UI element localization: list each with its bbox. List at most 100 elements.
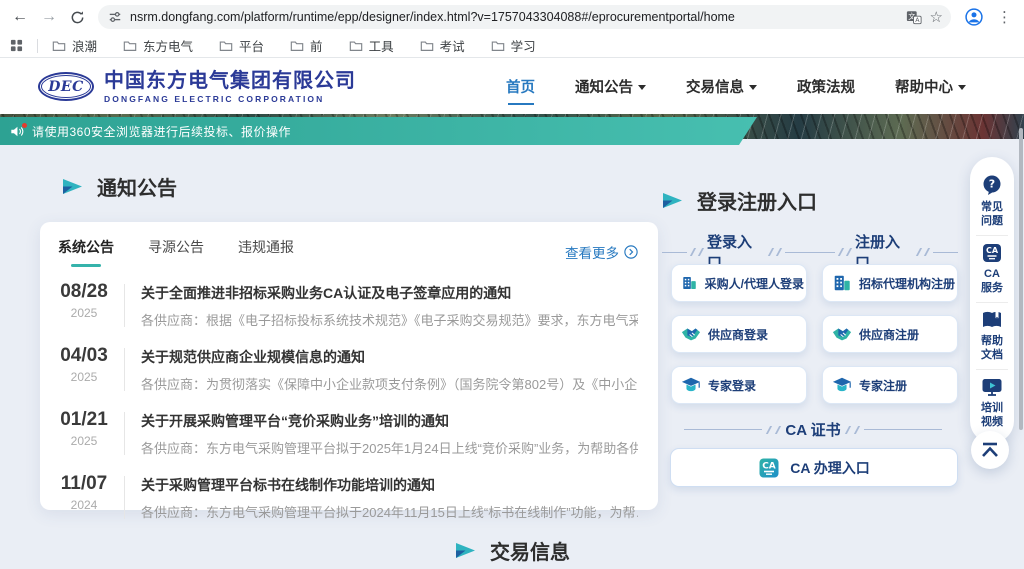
notice-year: 2025 (52, 306, 116, 320)
nav-policies[interactable]: 政策法规 (797, 70, 855, 103)
notice-desc: 各供应商：根据《电子招标投标系统技术规范》《电子采购交易规范》要求，东方电气采购… (141, 310, 638, 329)
bookmark-folder[interactable]: 考试 (420, 36, 465, 55)
video-player-icon (981, 377, 1003, 397)
svg-text:?: ? (989, 178, 995, 191)
bookmark-folder[interactable]: 东方电气 (123, 36, 193, 55)
chevron-down-icon (958, 85, 966, 90)
purchaser-agent-login-button[interactable]: 采购人/代理人登录 (671, 264, 807, 302)
url-text[interactable]: nsrm.dongfang.com/platform/runtime/epp/d… (130, 10, 898, 24)
expert-login-button[interactable]: 专家登录 (671, 366, 807, 404)
back-icon[interactable]: ← (12, 9, 28, 25)
notice-row[interactable]: 01/21 2025 关于开展采购管理平台“竞价采购业务”培训的通知 各供应商：… (52, 401, 638, 465)
tab-system-notices[interactable]: 系统公告 (58, 237, 114, 267)
chevron-down-icon (638, 85, 646, 90)
graduation-cap-icon (832, 375, 852, 395)
supplier-register-button[interactable]: 供应商注册 (822, 315, 958, 353)
sidebar-item-help-docs[interactable]: 帮助文档 (976, 302, 1008, 369)
bookmarks-separator (37, 39, 38, 53)
bookmark-folder[interactable]: 前 (290, 36, 323, 55)
building-icon (681, 273, 698, 293)
notice-title[interactable]: 关于全面推进非招标采购业务CA认证及电子签章应用的通知 (141, 283, 638, 303)
svg-text:A: A (915, 17, 920, 24)
notice-title[interactable]: 关于开展采购管理平台“竞价采购业务”培训的通知 (141, 411, 638, 431)
notice-tabs: 系统公告 寻源公告 违规通报 查看更多 (40, 222, 658, 267)
site-header: DEC 中国东方电气集团有限公司 DONGFANG ELECTRIC CORPO… (0, 58, 1024, 115)
circle-chevron-right-icon (624, 245, 638, 259)
ca-group-head: CA 证书 (666, 419, 960, 440)
company-logo[interactable]: DEC 中国东方电气集团有限公司 DONGFANG ELECTRIC CORPO… (38, 70, 356, 104)
handshake-icon (681, 324, 701, 344)
tune-icon[interactable] (108, 10, 122, 24)
url-bar[interactable]: nsrm.dongfang.com/platform/runtime/epp/d… (98, 5, 951, 29)
folder-icon (290, 40, 304, 52)
login-section-heading: 登录注册入口 (662, 186, 817, 215)
notice-desc: 各供应商：东方电气采购管理平台拟于2024年11月15日上线“标书在线制作”功能… (141, 502, 638, 521)
bidding-agency-register-button[interactable]: 招标代理机构注册 (822, 264, 958, 302)
notice-date: 04/03 (52, 346, 116, 367)
book-icon (981, 310, 1003, 330)
ca-badge-icon: CA (758, 457, 780, 479)
tab-sourcing-notices[interactable]: 寻源公告 (148, 237, 204, 267)
login-register-buttons: 采购人/代理人登录 招标代理机构注册 供应商登录 供应商注册 专家登录 专家注册 (671, 264, 958, 404)
bookmark-star-icon[interactable]: ☆ (930, 8, 943, 26)
chevron-up-to-top-icon (980, 441, 1000, 459)
notice-desc: 各供应商：为贯彻落实《保障中小企业款项支付条例》（国务院令第802号）及《中小企… (141, 374, 638, 393)
folder-icon (219, 40, 233, 52)
translate-icon[interactable]: 文A (906, 10, 922, 25)
speaker-icon (10, 125, 24, 138)
view-more-link[interactable]: 查看更多 (565, 242, 638, 262)
alert-dot (22, 123, 27, 128)
notice-year: 2025 (52, 434, 116, 448)
notices-section-heading: 通知公告 (62, 172, 177, 201)
profile-avatar-icon[interactable] (964, 7, 984, 27)
forward-icon[interactable]: → (41, 9, 57, 25)
notice-desc: 各供应商：东方电气采购管理平台拟于2025年1月24日上线“竞价采购”业务，为帮… (141, 438, 638, 457)
arrow-icon (62, 178, 83, 195)
question-bubble-icon: ? (981, 174, 1003, 196)
refresh-icon[interactable] (70, 10, 85, 25)
notice-year: 2024 (52, 498, 116, 512)
floating-sidebar: ? 常见问题 CA CA服务 帮助文档 培训视频 (970, 157, 1014, 443)
arrow-icon (662, 192, 683, 209)
nav-trade-info[interactable]: 交易信息 (686, 70, 757, 103)
nav-notices[interactable]: 通知公告 (575, 70, 646, 103)
company-name-en: DONGFANG ELECTRIC CORPORATION (104, 94, 356, 104)
notice-title[interactable]: 关于采购管理平台标书在线制作功能培训的通知 (141, 475, 638, 495)
scroll-to-top-button[interactable] (971, 431, 1009, 469)
dec-logo-oval: DEC (38, 72, 94, 101)
folder-icon (52, 40, 66, 52)
expert-register-button[interactable]: 专家注册 (822, 366, 958, 404)
bookmark-folder[interactable]: 工具 (349, 36, 394, 55)
supplier-login-button[interactable]: 供应商登录 (671, 315, 807, 353)
scrollbar-thumb[interactable] (1019, 128, 1023, 430)
apps-grid-icon[interactable] (10, 39, 23, 52)
folder-icon (420, 40, 434, 52)
bookmark-folder[interactable]: 平台 (219, 36, 264, 55)
folder-icon (491, 40, 505, 52)
tab-violation-reports[interactable]: 违规通报 (238, 237, 294, 267)
nav-help-center[interactable]: 帮助中心 (895, 70, 966, 103)
notice-date: 11/07 (52, 474, 116, 495)
arrow-icon (455, 542, 476, 559)
chevron-down-icon (749, 85, 757, 90)
bookmark-folder[interactable]: 学习 (491, 36, 536, 55)
sidebar-item-training-videos[interactable]: 培训视频 (976, 369, 1008, 436)
notices-card: 系统公告 寻源公告 违规通报 查看更多 08/28 2025 关于全面推进非招标… (40, 222, 658, 510)
page-root: ← → nsrm.dongfang.com/platform/runtime/e… (0, 0, 1024, 569)
ca-badge-icon: CA (981, 243, 1003, 263)
notice-row[interactable]: 11/07 2024 关于采购管理平台标书在线制作功能培训的通知 各供应商：东方… (52, 465, 638, 529)
folder-icon (349, 40, 363, 52)
trade-section-heading: 交易信息 (455, 536, 570, 565)
sidebar-item-faq[interactable]: ? 常见问题 (976, 167, 1008, 235)
notice-row[interactable]: 08/28 2025 关于全面推进非招标采购业务CA认证及电子签章应用的通知 各… (52, 273, 638, 337)
ca-apply-button[interactable]: CA CA 办理入口 (670, 448, 958, 487)
notice-row[interactable]: 04/03 2025 关于规范供应商企业规模信息的通知 各供应商：为贯彻落实《保… (52, 337, 638, 401)
nav-home[interactable]: 首页 (506, 70, 535, 103)
browser-menu-icon[interactable]: ⋮ (997, 8, 1012, 26)
sidebar-item-ca-service[interactable]: CA CA服务 (976, 235, 1008, 302)
warning-text: 请使用360安全浏览器进行后续投标、报价操作 (32, 123, 291, 140)
main-nav: 首页 通知公告 交易信息 政策法规 帮助中心 (506, 70, 966, 103)
notice-title[interactable]: 关于规范供应商企业规模信息的通知 (141, 347, 638, 367)
bookmark-folder[interactable]: 浪潮 (52, 36, 97, 55)
company-name-cn: 中国东方电气集团有限公司 (104, 70, 356, 92)
